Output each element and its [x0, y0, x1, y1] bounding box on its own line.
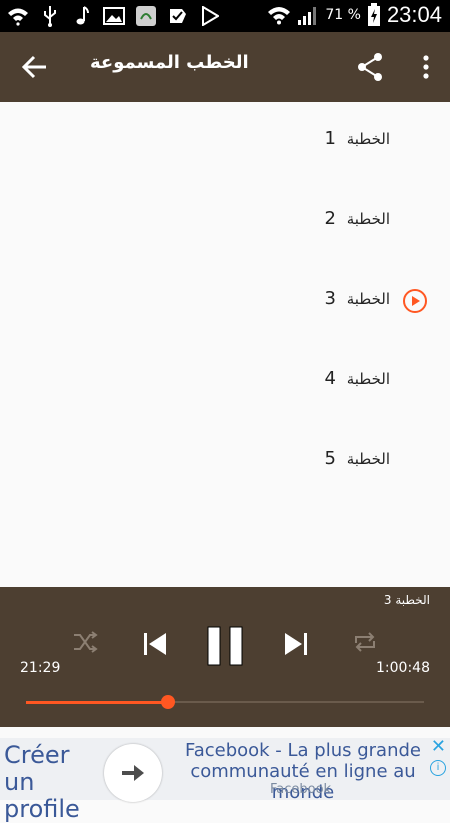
list-item-label: الخطبة 2	[324, 208, 390, 229]
check-icon	[166, 4, 190, 28]
image-icon	[102, 4, 126, 28]
list-item-label: الخطبة 5	[324, 448, 390, 469]
battery-charging-icon	[367, 3, 380, 26]
item-title: الخطبة	[346, 210, 390, 228]
app-bar: الخطب المسموعة	[0, 32, 450, 102]
wifi-question-icon	[6, 4, 30, 28]
arrow-right-icon	[122, 765, 144, 781]
seek-bar[interactable]	[26, 695, 424, 709]
now-playing-indicator-icon	[402, 288, 428, 314]
seek-bar-progress	[26, 701, 169, 704]
repeat-icon[interactable]	[352, 629, 378, 659]
ad-cta-text[interactable]: Créer un profile	[4, 742, 104, 823]
list-item-label: الخطبة 4	[324, 368, 390, 389]
item-number: 2	[324, 208, 336, 229]
list-item[interactable]: الخطبة 1	[0, 102, 450, 182]
system-status: 71 % 23:04	[267, 2, 442, 28]
item-number: 5	[324, 448, 336, 469]
item-title: الخطبة	[346, 450, 390, 468]
sermon-list: الخطبة 1 الخطبة 2 الخطبة 3 الخطبة 4 الخط…	[0, 102, 450, 587]
back-arrow-icon[interactable]	[20, 52, 50, 82]
app-icon	[134, 4, 158, 28]
ad-arrow-button[interactable]	[104, 744, 162, 802]
item-title: الخطبة	[346, 130, 390, 148]
list-item[interactable]: الخطبة 2	[0, 182, 450, 262]
skip-previous-icon[interactable]	[142, 631, 168, 661]
list-item[interactable]: الخطبة 3	[0, 262, 450, 342]
list-item-label: الخطبة 3	[324, 288, 390, 309]
status-bar: 71 % 23:04	[0, 0, 450, 32]
list-item[interactable]: الخطبة 4	[0, 342, 450, 422]
clock: 23:04	[386, 2, 442, 27]
item-number: 3	[324, 288, 336, 309]
list-item-label: الخطبة 1	[324, 128, 390, 149]
skip-next-icon[interactable]	[283, 631, 309, 661]
now-playing-title: الخطبة 3	[383, 593, 430, 607]
usb-icon	[38, 4, 62, 28]
elapsed-time: 21:29	[20, 660, 61, 676]
battery-percent: 71 %	[325, 7, 361, 23]
pause-button[interactable]	[206, 625, 244, 671]
play-store-icon	[198, 4, 222, 28]
ad-banner[interactable]: Créer un profile Facebook - La plus gran…	[0, 736, 450, 823]
ad-info-icon[interactable]: i	[430, 760, 446, 776]
wifi-icon	[268, 7, 291, 25]
share-icon[interactable]	[356, 52, 384, 82]
signal-icon	[298, 7, 317, 25]
ad-close-icon[interactable]: ✕	[431, 736, 446, 757]
item-number: 1	[324, 128, 336, 149]
list-item[interactable]: الخطبة 5	[0, 422, 450, 502]
shuffle-icon[interactable]	[72, 629, 98, 659]
item-number: 4	[324, 368, 336, 389]
item-title: الخطبة	[346, 290, 390, 308]
more-vert-icon[interactable]	[422, 54, 430, 80]
page-title: الخطب المسموعة	[90, 52, 249, 73]
seek-bar-thumb[interactable]	[161, 695, 176, 709]
ad-source: Facebook	[270, 782, 332, 797]
notification-icons	[6, 4, 222, 28]
media-player: الخطبة 3 21:29 1:00:48	[0, 587, 450, 727]
music-note-icon	[70, 4, 94, 28]
total-duration: 1:00:48	[376, 660, 430, 676]
item-title: الخطبة	[346, 370, 390, 388]
